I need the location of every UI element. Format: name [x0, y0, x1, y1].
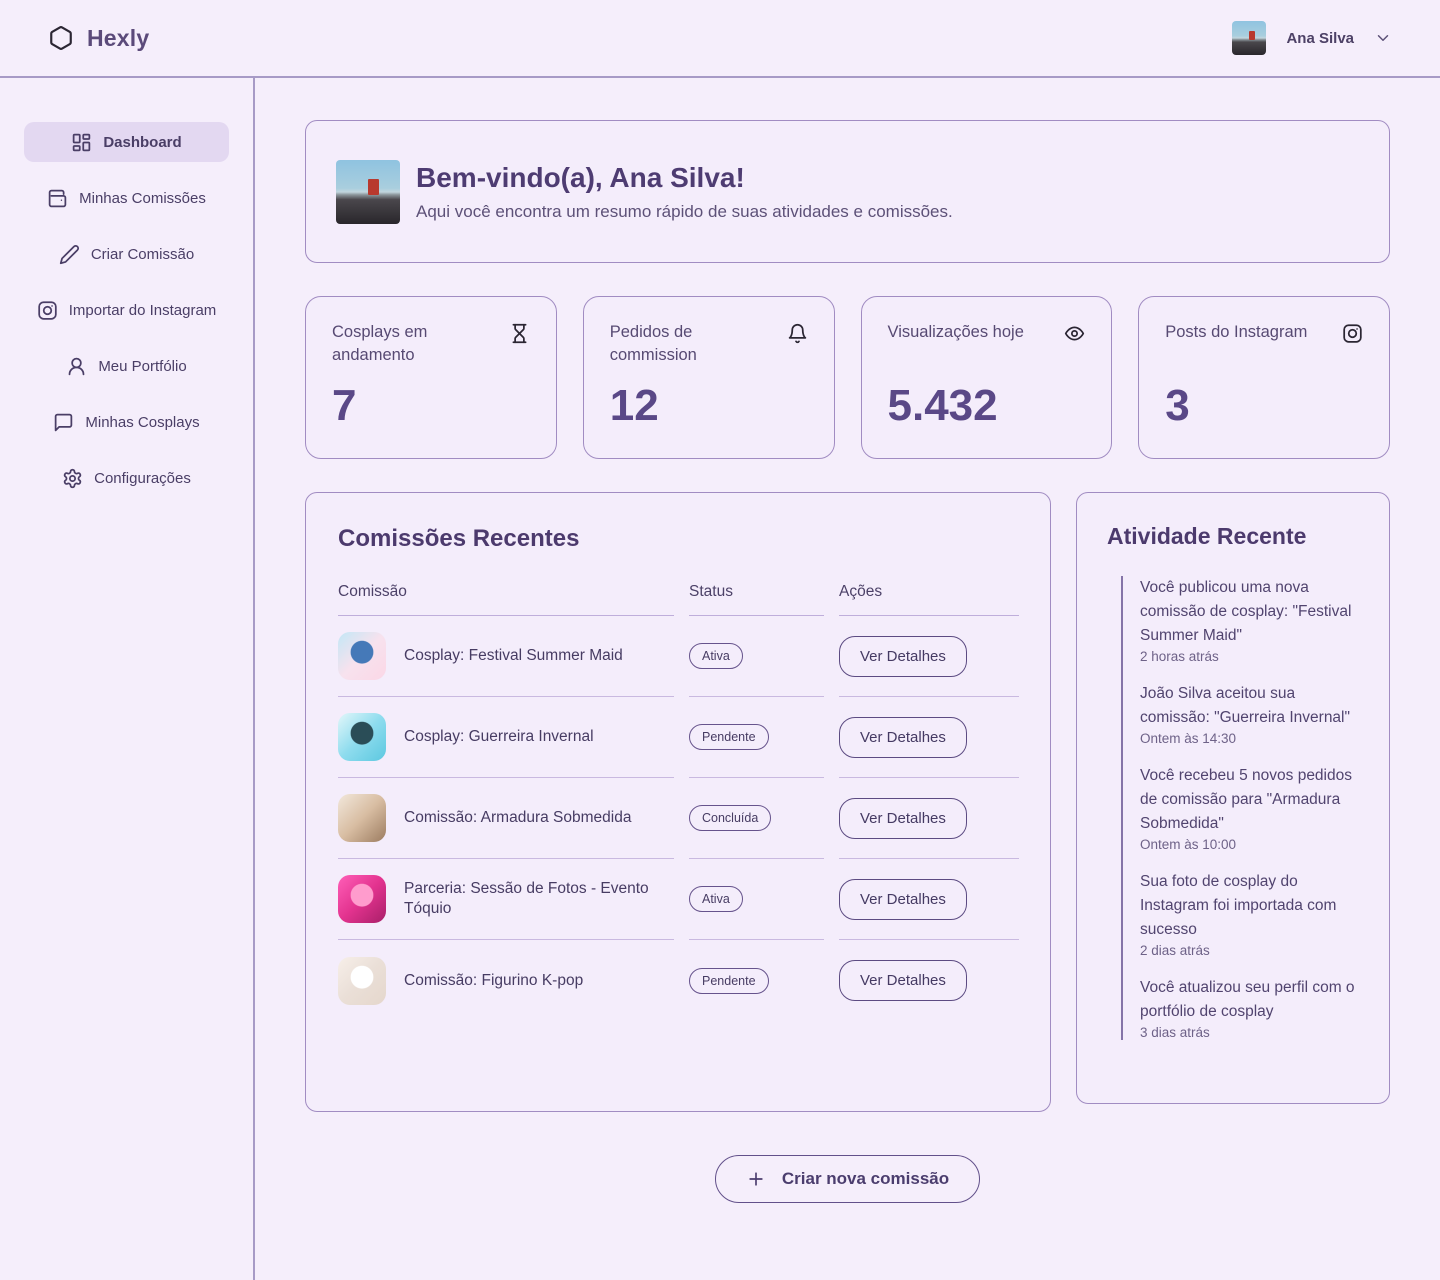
chevron-down-icon[interactable] — [1374, 29, 1392, 47]
activity-title: Atividade Recente — [1107, 523, 1363, 550]
view-details-button[interactable]: Ver Detalhes — [839, 717, 967, 758]
gear-icon — [62, 468, 83, 489]
sidebar-item-label: Minhas Comissões — [79, 190, 206, 207]
status-badge: Concluída — [689, 805, 771, 831]
eye-icon — [1064, 323, 1085, 344]
stat-cards: Cosplays em andamento 7 Pedidos de commi… — [305, 296, 1390, 459]
activity-timestamp: Ontem às 14:30 — [1140, 731, 1363, 746]
sidebar-item-label: Configurações — [94, 470, 191, 487]
brand-name: Hexly — [87, 25, 149, 52]
commission-title: Cosplay: Festival Summer Maid — [404, 646, 623, 666]
stat-value: 3 — [1165, 384, 1363, 434]
activity-text: João Silva aceitou sua comissão: "Guerre… — [1140, 682, 1363, 730]
sidebar: Dashboard Minhas Comissões Criar Comissã… — [0, 78, 255, 1280]
activity-text: Você publicou uma nova comissão de cospl… — [1140, 576, 1363, 648]
user-menu[interactable]: Ana Silva — [1232, 21, 1392, 55]
user-avatar[interactable] — [1232, 21, 1266, 55]
app-header: Hexly Ana Silva — [0, 0, 1440, 78]
welcome-subtitle: Aqui você encontra um resumo rápido de s… — [416, 202, 953, 222]
stat-value: 7 — [332, 384, 530, 434]
sidebar-item[interactable]: Meu Portfólio — [24, 346, 229, 386]
activity-text: Você atualizou seu perfil com o portfóli… — [1140, 976, 1363, 1024]
commission-thumbnail — [338, 794, 386, 842]
sidebar-item-label: Dashboard — [103, 134, 181, 151]
stat-label: Posts do Instagram — [1165, 321, 1307, 344]
activity-item: Você atualizou seu perfil com o portfóli… — [1140, 976, 1363, 1040]
sidebar-item[interactable]: Dashboard — [24, 122, 229, 162]
sidebar-item-label: Importar do Instagram — [69, 302, 217, 319]
commission-title: Comissão: Figurino K-pop — [404, 971, 583, 991]
commissions-table: Comissão Status Ações Cosplay: Festival … — [338, 583, 1018, 1021]
hourglass-icon — [509, 323, 530, 367]
view-details-button[interactable]: Ver Detalhes — [839, 798, 967, 839]
stat-card: Posts do Instagram 3 — [1138, 296, 1390, 459]
activity-item: Sua foto de cosplay do Instagram foi imp… — [1140, 870, 1363, 958]
plus-icon — [746, 1169, 766, 1189]
sidebar-item[interactable]: Configurações — [24, 458, 229, 498]
commission-thumbnail — [338, 875, 386, 923]
sidebar-item[interactable]: Minhas Cosplays — [24, 402, 229, 442]
activity-item: Você publicou uma nova comissão de cospl… — [1140, 576, 1363, 664]
view-details-button[interactable]: Ver Detalhes — [839, 879, 967, 920]
sidebar-item[interactable]: Criar Comissão — [24, 234, 229, 274]
create-commission-button[interactable]: Criar nova comissão — [715, 1155, 980, 1203]
stat-card: Pedidos de commission 12 — [583, 296, 835, 459]
status-badge: Pendente — [689, 724, 769, 750]
stat-label: Cosplays em andamento — [332, 321, 501, 367]
commission-thumbnail — [338, 713, 386, 761]
user-name: Ana Silva — [1286, 30, 1354, 47]
activity-item: Você recebeu 5 novos pedidos de comissão… — [1140, 764, 1363, 852]
activity-timestamp: 2 horas atrás — [1140, 649, 1363, 664]
welcome-card: Bem-vindo(a), Ana Silva! Aqui você encon… — [305, 120, 1390, 263]
sidebar-item-label: Minhas Cosplays — [85, 414, 199, 431]
instagram-icon — [1342, 323, 1363, 344]
sidebar-item-label: Meu Portfólio — [98, 358, 186, 375]
commission-thumbnail — [338, 957, 386, 1005]
status-badge: Ativa — [689, 886, 743, 912]
stat-value: 12 — [610, 384, 808, 434]
main-content: Bem-vindo(a), Ana Silva! Aqui você encon… — [255, 78, 1440, 1280]
activity-text: Sua foto de cosplay do Instagram foi imp… — [1140, 870, 1363, 942]
recent-commissions-panel: Comissões Recentes Comissão Status Ações… — [305, 492, 1051, 1112]
column-header-commission: Comissão — [338, 583, 674, 616]
view-details-button[interactable]: Ver Detalhes — [839, 960, 967, 1001]
sidebar-item[interactable]: Importar do Instagram — [24, 290, 229, 330]
commission-title: Cosplay: Guerreira Invernal — [404, 727, 594, 747]
grid-icon — [71, 132, 92, 153]
instagram-icon — [37, 300, 58, 321]
column-header-actions: Ações — [839, 583, 1019, 616]
sidebar-item-label: Criar Comissão — [91, 246, 194, 263]
stat-value: 5.432 — [888, 384, 1086, 434]
status-badge: Pendente — [689, 968, 769, 994]
stat-card: Cosplays em andamento 7 — [305, 296, 557, 459]
welcome-image — [336, 160, 400, 224]
commissions-title: Comissões Recentes — [338, 525, 1018, 553]
create-commission-label: Criar nova comissão — [782, 1169, 949, 1189]
activity-timestamp: 3 dias atrás — [1140, 1025, 1363, 1040]
activity-timestamp: 2 dias atrás — [1140, 943, 1363, 958]
stat-label: Visualizações hoje — [888, 321, 1024, 344]
pencil-icon — [59, 244, 80, 265]
message-icon — [53, 412, 74, 433]
welcome-title: Bem-vindo(a), Ana Silva! — [416, 162, 953, 194]
hexagon-logo-icon — [48, 25, 74, 51]
bell-icon — [787, 323, 808, 367]
activity-timestamp: Ontem às 10:00 — [1140, 837, 1363, 852]
commission-title: Comissão: Armadura Sobmedida — [404, 808, 631, 828]
activity-text: Você recebeu 5 novos pedidos de comissão… — [1140, 764, 1363, 836]
commission-title: Parceria: Sessão de Fotos - Evento Tóqui… — [404, 879, 674, 919]
brand: Hexly — [48, 25, 149, 52]
stat-label: Pedidos de commission — [610, 321, 779, 367]
column-header-status: Status — [689, 583, 824, 616]
commission-thumbnail — [338, 632, 386, 680]
sidebar-item[interactable]: Minhas Comissões — [24, 178, 229, 218]
view-details-button[interactable]: Ver Detalhes — [839, 636, 967, 677]
activity-item: João Silva aceitou sua comissão: "Guerre… — [1140, 682, 1363, 746]
stat-card: Visualizações hoje 5.432 — [861, 296, 1113, 459]
wallet-icon — [47, 188, 68, 209]
activity-list: Você publicou uma nova comissão de cospl… — [1121, 576, 1363, 1040]
status-badge: Ativa — [689, 643, 743, 669]
recent-activity-panel: Atividade Recente Você publicou uma nova… — [1076, 492, 1390, 1104]
user-icon — [66, 356, 87, 377]
